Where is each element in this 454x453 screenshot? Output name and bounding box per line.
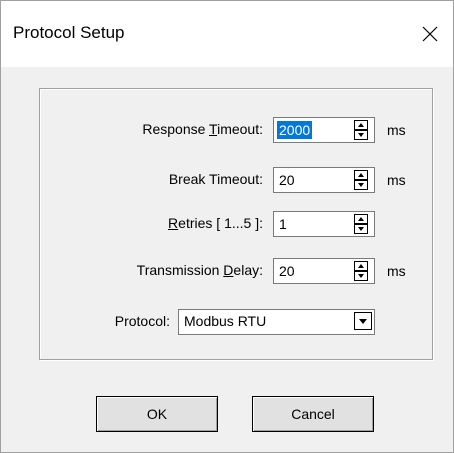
- cancel-button[interactable]: Cancel: [252, 396, 374, 432]
- title-bar: Protocol Setup: [1, 1, 453, 67]
- protocol-setup-dialog: Protocol Setup Response Timeout: 2000 ms…: [0, 0, 454, 453]
- close-button[interactable]: [407, 11, 453, 57]
- response-timeout-spinbox[interactable]: 2000: [273, 117, 375, 143]
- retries-label: Retries [ 1...5 ]:: [168, 215, 263, 231]
- spin-down-button[interactable]: [354, 180, 368, 190]
- response-timeout-spinner[interactable]: [348, 118, 374, 142]
- arrow-down-icon: [358, 274, 364, 278]
- protocol-row: Protocol: Modbus RTU: [1, 309, 453, 335]
- retries-spinner[interactable]: [348, 212, 374, 236]
- close-icon: [422, 26, 438, 42]
- response-timeout-label: Response Timeout:: [142, 121, 263, 137]
- retries-row: Retries [ 1...5 ]: 1: [1, 211, 453, 237]
- chevron-down-icon: [359, 319, 367, 324]
- protocol-label: Protocol:: [114, 313, 170, 329]
- break-timeout-spinner[interactable]: [348, 168, 374, 192]
- protocol-value: Modbus RTU: [184, 313, 267, 329]
- response-timeout-value[interactable]: 2000: [277, 121, 313, 139]
- transmission-delay-value[interactable]: 20: [277, 262, 297, 280]
- arrow-up-icon: [358, 123, 364, 127]
- arrow-up-icon: [358, 264, 364, 268]
- protocol-dropdown[interactable]: Modbus RTU: [178, 309, 375, 335]
- transmission-delay-spinbox[interactable]: 20: [273, 258, 375, 284]
- break-timeout-value[interactable]: 20: [277, 171, 297, 189]
- spin-up-button[interactable]: [354, 170, 368, 180]
- spin-down-button[interactable]: [354, 224, 368, 234]
- response-timeout-unit: ms: [387, 122, 406, 138]
- retries-spinbox[interactable]: 1: [273, 211, 375, 237]
- ok-button[interactable]: OK: [96, 396, 218, 432]
- break-timeout-row: Break Timeout: 20 ms: [1, 167, 453, 193]
- arrow-up-icon: [358, 217, 364, 221]
- break-timeout-unit: ms: [387, 172, 406, 188]
- break-timeout-spinbox[interactable]: 20: [273, 167, 375, 193]
- transmission-delay-unit: ms: [387, 263, 406, 279]
- spin-up-button[interactable]: [354, 261, 368, 271]
- arrow-down-icon: [358, 183, 364, 187]
- spin-down-button[interactable]: [354, 271, 368, 281]
- spin-down-button[interactable]: [354, 130, 368, 140]
- spin-up-button[interactable]: [354, 214, 368, 224]
- retries-value[interactable]: 1: [277, 215, 289, 233]
- window-title: Protocol Setup: [13, 23, 125, 42]
- arrow-down-icon: [358, 133, 364, 137]
- break-timeout-label: Break Timeout:: [168, 171, 263, 187]
- arrow-down-icon: [358, 227, 364, 231]
- transmission-delay-label: Transmission Delay:: [136, 262, 263, 278]
- transmission-delay-spinner[interactable]: [348, 259, 374, 283]
- arrow-up-icon: [358, 173, 364, 177]
- dropdown-button[interactable]: [354, 312, 372, 330]
- response-timeout-row: Response Timeout: 2000 ms: [1, 117, 453, 143]
- spin-up-button[interactable]: [354, 120, 368, 130]
- transmission-delay-row: Transmission Delay: 20 ms: [1, 258, 453, 284]
